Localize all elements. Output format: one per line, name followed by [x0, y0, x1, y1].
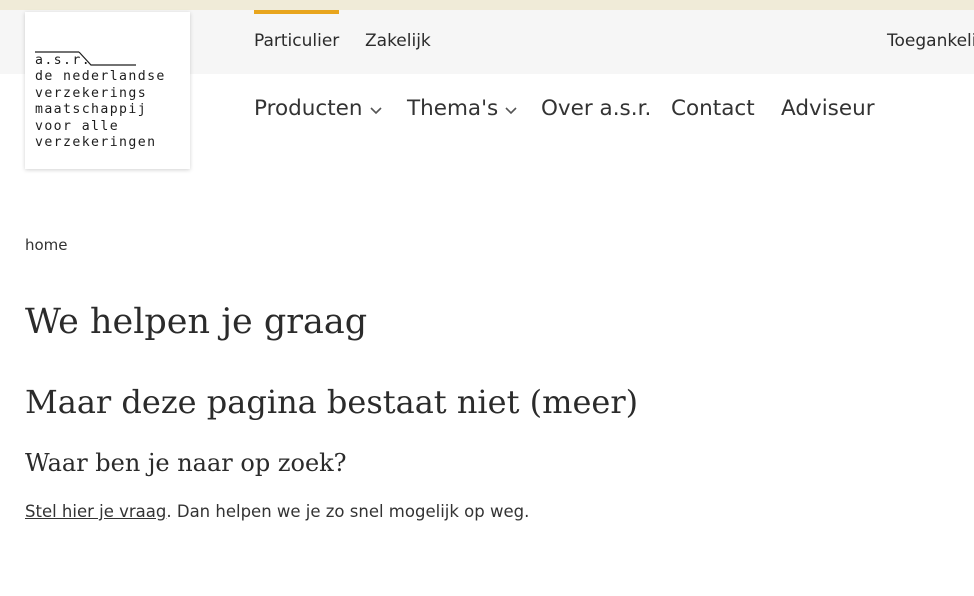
chevron-down-icon: [369, 106, 382, 114]
asr-logo[interactable]: a.s.r. de nederlandse verzekerings maats…: [25, 12, 190, 169]
logo-wordmark: a.s.r. de nederlandse verzekerings maats…: [35, 53, 166, 151]
nav-over-label: Over a.s.r.: [541, 96, 652, 121]
logo-line-6: verzekeringen: [35, 135, 157, 151]
ask-question-link[interactable]: Stel hier je vraag: [25, 502, 166, 521]
nav-producten-label: Producten: [254, 96, 363, 121]
logo-line-4: maatschappij: [35, 102, 148, 118]
accessibility-link[interactable]: Toegankelij: [887, 10, 974, 74]
breadcrumb-home[interactable]: home: [25, 236, 68, 254]
page-title: We helpen je graag: [25, 302, 368, 342]
nav-over-asr[interactable]: Over a.s.r.: [541, 96, 651, 121]
help-text-rest: . Dan helpen we je zo snel mogelijk op w…: [166, 502, 530, 521]
logo-line-5: voor alle: [35, 118, 120, 134]
search-heading: Waar ben je naar op zoek?: [25, 449, 347, 477]
logo-line-1: a.s.r.: [35, 53, 92, 68]
top-strip: [0, 0, 974, 10]
nav-themas-label: Thema's: [407, 96, 499, 121]
nav-adviseur-label: Adviseur: [781, 96, 875, 121]
nav-contact[interactable]: Contact: [671, 96, 755, 121]
logo-line-3: verzekerings: [35, 85, 148, 101]
nav-contact-label: Contact: [671, 96, 755, 121]
nav-producten[interactable]: Producten: [254, 96, 383, 121]
page-subtitle: Maar deze pagina bestaat niet (meer): [25, 383, 639, 421]
nav-themas[interactable]: Thema's: [407, 96, 518, 121]
logo-line-2: de nederlandse: [35, 69, 166, 85]
tab-particulier[interactable]: Particulier: [254, 10, 340, 74]
nav-adviseur[interactable]: Adviseur: [781, 96, 875, 121]
chevron-down-icon: [505, 106, 517, 114]
tab-zakelijk[interactable]: Zakelijk: [365, 10, 431, 74]
help-text: Stel hier je vraag. Dan helpen we je zo …: [25, 502, 529, 521]
